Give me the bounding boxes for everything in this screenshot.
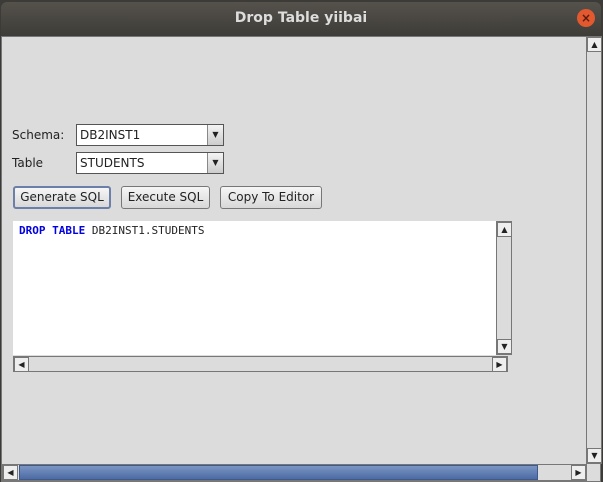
sql-keyword: DROP — [19, 224, 46, 237]
copy-to-editor-button[interactable]: Copy To Editor — [220, 186, 322, 209]
scroll-right-icon[interactable]: ▶ — [571, 465, 586, 480]
scrollbar-thumb[interactable] — [19, 465, 538, 480]
scroll-right-icon[interactable]: ▶ — [492, 357, 507, 372]
chevron-down-icon[interactable]: ▼ — [207, 125, 223, 145]
scroll-left-icon[interactable]: ◀ — [3, 465, 18, 480]
scroll-down-icon[interactable]: ▼ — [587, 448, 602, 463]
scroll-left-icon[interactable]: ◀ — [14, 357, 29, 372]
table-value: STUDENTS — [80, 156, 145, 170]
schema-select[interactable]: DB2INST1 ▼ — [76, 124, 224, 146]
scroll-down-icon[interactable]: ▼ — [497, 339, 512, 354]
table-select[interactable]: STUDENTS ▼ — [76, 152, 224, 174]
editor-vertical-scrollbar[interactable]: ▲ ▼ — [496, 221, 512, 355]
title-bar: Drop Table yiibai × — [1, 2, 601, 36]
scroll-up-icon[interactable]: ▲ — [497, 222, 512, 237]
schema-label: Schema: — [12, 128, 65, 142]
dialog-body: Schema: DB2INST1 ▼ Table STUDENTS ▼ Gene… — [1, 36, 602, 482]
schema-value: DB2INST1 — [80, 128, 141, 142]
scroll-up-icon[interactable]: ▲ — [587, 37, 602, 52]
execute-sql-button[interactable]: Execute SQL — [121, 186, 210, 209]
chevron-down-icon[interactable]: ▼ — [207, 153, 223, 173]
sql-keyword: TABLE — [52, 224, 86, 237]
window-horizontal-scrollbar[interactable]: ◀ ▶ — [2, 464, 587, 481]
window-title: Drop Table yiibai — [234, 10, 368, 26]
generate-sql-button[interactable]: Generate SQL — [13, 186, 111, 209]
window-vertical-scrollbar[interactable]: ▲ ▼ — [586, 36, 602, 464]
sql-identifier: DB2INST1.STUDENTS — [91, 224, 205, 237]
editor-horizontal-scrollbar[interactable]: ◀ ▶ — [13, 356, 508, 372]
table-label: Table — [12, 156, 44, 170]
close-icon[interactable]: × — [577, 9, 595, 27]
sql-editor[interactable]: DROP TABLE DB2INST1.STUDENTS — [13, 221, 497, 355]
